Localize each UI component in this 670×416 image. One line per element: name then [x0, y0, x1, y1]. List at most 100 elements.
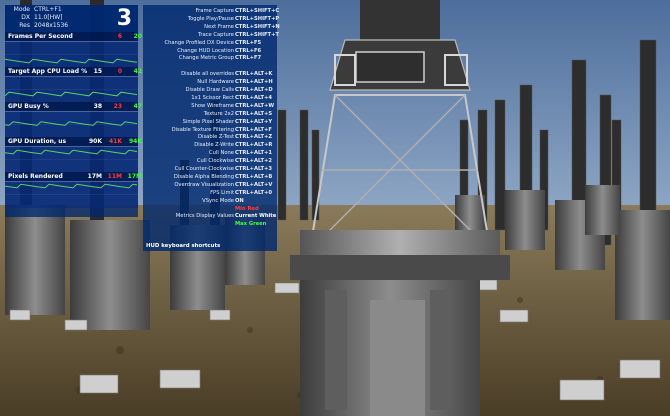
- shortcut-combo: CTRL+F5: [235, 39, 262, 46]
- shortcut-row: Disable all overrides CTRL+ALT+K: [143, 71, 277, 78]
- shortcut-combo: CTRL+ALT+B: [235, 173, 273, 180]
- shortcut-action: Disable Alpha Blending: [173, 173, 234, 180]
- shortcut-action: Overdraw Visualization: [174, 181, 234, 188]
- metric-title: Pixels Rendered 17M 11M 17M: [5, 172, 142, 181]
- res-value: 2048x1536: [34, 22, 69, 29]
- shortcut-row: Disable Z-Write CTRL+ALT+R: [143, 142, 277, 149]
- shortcuts-hud-panel: HUD keyboard shortcuts Frame Capture CTRL…: [143, 5, 280, 251]
- shortcut-combo: CTRL+ALT+W: [235, 102, 275, 109]
- shortcut-action: Cull Clockwise: [196, 158, 234, 165]
- shortcut-row: FPS Limit CTRL+ALT+0: [143, 190, 277, 197]
- shortcut-action: Disable Draw Calls: [185, 87, 234, 93]
- shortcut-action: Disable Texture Filtering: [171, 126, 234, 133]
- shortcut-combo: CTRL+ALT+Y: [235, 118, 273, 125]
- shortcut-row: 1x1 Scissor Rect CTRL+ALT+4: [143, 95, 277, 102]
- shortcut-combo: CTRL+ALT+Z: [235, 134, 273, 141]
- shortcut-action: Toggle Play/Pause: [187, 15, 234, 22]
- shortcut-row: Disable Draw Calls CTRL+ALT+D: [143, 87, 277, 94]
- metric-max-value: 47: [133, 103, 142, 110]
- shortcut-combo: CTRL+ALT+R: [235, 142, 273, 149]
- shortcut-action: Disable all overrides: [181, 71, 234, 78]
- metric-current-value: 15: [93, 68, 102, 75]
- shortcut-row: Frame Capture CTRL+SHIFT+C: [143, 8, 280, 15]
- metric-max-value: 94K: [129, 138, 142, 145]
- metric-max-value: 42: [133, 68, 142, 75]
- metric-name: Frames Per Second: [8, 33, 73, 40]
- hud-footer-label: HUD keyboard shortcuts: [146, 243, 221, 249]
- metric-graph: [5, 146, 138, 173]
- shortcut-row: Disable Alpha Blending CTRL+ALT+B: [143, 174, 277, 181]
- shortcut-combo: CTRL+ALT+1: [235, 150, 272, 157]
- shortcut-action: Change Metric Group: [178, 55, 234, 62]
- shortcut-action: Disable Z-Write: [194, 142, 234, 149]
- shortcut-action: Change Profiled DX Device: [164, 39, 234, 46]
- shortcut-row: Simple Pixel Shader CTRL+ALT+Y: [143, 119, 277, 126]
- metric-min-value: 41K: [109, 138, 122, 145]
- metric-min-value: 23: [113, 103, 122, 110]
- shortcut-combo: CTRL+SHIFT+P: [235, 15, 280, 22]
- metric-group-number: 3: [116, 6, 132, 31]
- metric-graph: [5, 76, 138, 103]
- metric-name: GPU Busy %: [8, 103, 49, 110]
- shortcut-row: Change HUD Location CTRL+F6: [143, 48, 277, 55]
- shortcut-combo: Max Green: [235, 221, 267, 228]
- shortcut-action: Next Frame: [204, 23, 234, 30]
- metric-current-value: 17M: [87, 173, 102, 180]
- shortcut-row: Overdraw Visualization CTRL+ALT+V: [143, 182, 277, 189]
- metric-current-value: 90K: [89, 138, 102, 145]
- metric-graph-line: [5, 58, 138, 64]
- metric-name: GPU Duration, us: [8, 138, 67, 145]
- shortcut-combo: Min Red: [235, 205, 259, 212]
- dx-row: DX 11.0[HW]: [8, 14, 62, 22]
- shortcut-combo: CTRL+ALT+0: [235, 189, 272, 196]
- metric-current-value: 38: [93, 103, 102, 110]
- shortcut-action: Texture 2x2: [203, 110, 234, 117]
- shortcut-action: Disable Z-Test: [198, 134, 234, 141]
- dx-label: DX: [21, 14, 30, 21]
- shortcut-action: 1x1 Scissor Rect: [191, 94, 234, 101]
- mode-label: Mode: [13, 6, 30, 13]
- metric-graph-line: [5, 91, 138, 97]
- shortcut-row: Change Metric Group CTRL+F7: [143, 55, 277, 62]
- shortcut-action: VSync Mode: [202, 197, 234, 204]
- res-row: Res 2048x1536: [8, 22, 68, 30]
- shortcut-combo: CTRL+ALT+2: [235, 158, 272, 165]
- metric-max-value: 20: [133, 33, 142, 40]
- metric-title: Target App CPU Load % 15 0 42: [5, 67, 142, 76]
- shortcut-row: Toggle Play/Pause CTRL+SHIFT+P: [143, 15, 280, 23]
- metric-name: Pixels Rendered: [8, 173, 63, 180]
- shortcut-row: [143, 63, 277, 70]
- shortcut-row: Cull Counter-Clockwise CTRL+ALT+3: [143, 166, 277, 173]
- shortcut-row: Max Green: [143, 221, 277, 228]
- shortcut-combo: CTRL+ALT+F: [235, 126, 272, 133]
- metric-min-value: 6: [117, 33, 122, 40]
- shortcut-row: Disable Texture Filtering CTRL+ALT+F: [143, 127, 277, 134]
- shortcut-row: Show Wireframe CTRL+ALT+W: [143, 103, 277, 110]
- shortcut-combo: CTRL+ALT+H: [235, 79, 273, 86]
- shortcut-row: Disable Z-Test CTRL+ALT+Z: [143, 134, 277, 141]
- shortcut-action: Simple Pixel Shader: [182, 118, 234, 125]
- shortcut-combo: CTRL+SHIFT+C: [235, 8, 280, 14]
- shortcut-action: Cull Counter-Clockwise: [174, 166, 234, 172]
- shortcut-combo: CTRL+ALT+V: [235, 181, 273, 188]
- shortcut-action: FPS Limit: [210, 189, 234, 196]
- metric-title: GPU Duration, us 90K 41K 94K: [5, 137, 142, 146]
- metric-graph-line: [5, 149, 138, 155]
- shortcut-row: Cull Clockwise CTRL+ALT+2: [143, 158, 277, 165]
- shortcut-row: Texture 2x2 CTRL+ALT+S: [143, 111, 277, 118]
- metric-title: Frames Per Second 6 20: [5, 32, 142, 41]
- shortcut-combo: CTRL+ALT+K: [235, 71, 273, 78]
- metric-min-value: 11M: [107, 173, 122, 180]
- shortcut-row: Cull None CTRL+ALT+1: [143, 150, 277, 157]
- shortcut-row: Null Hardware CTRL+ALT+H: [143, 79, 277, 86]
- shortcut-combo: CTRL+ALT+D: [235, 87, 273, 93]
- mode-value: CTRL+F1: [34, 6, 62, 13]
- shortcut-row: VSync Mode ON: [143, 198, 277, 205]
- shortcut-combo: CTRL+ALT+4: [235, 94, 272, 101]
- shortcut-action: Frame Capture: [195, 8, 234, 14]
- metric-name: Target App CPU Load %: [8, 68, 88, 75]
- metric-graph: [5, 111, 138, 138]
- shortcut-row: Next Frame CTRL+SHIFT+N: [143, 23, 280, 31]
- shortcut-row: Min Red: [143, 206, 277, 213]
- metric-graph: [5, 181, 138, 208]
